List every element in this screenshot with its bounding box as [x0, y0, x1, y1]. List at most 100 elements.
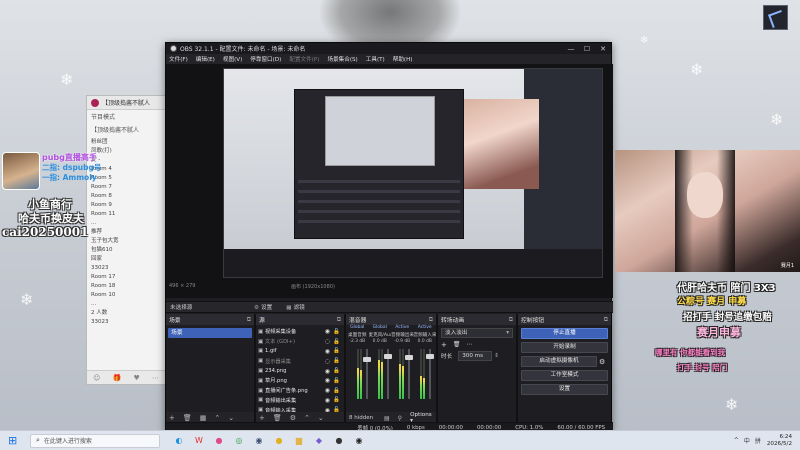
mixer-tab[interactable]: Global: [346, 325, 369, 332]
menu-item[interactable]: 场景集合(S): [327, 55, 357, 63]
chat-list-item[interactable]: 麦 -: [91, 156, 161, 165]
source-item[interactable]: ▣ 视频采集设备 ◉ 🔓: [258, 327, 342, 337]
chat-list-item[interactable]: 凤歌(打): [91, 147, 161, 156]
properties-button[interactable]: ⚙ 设置: [254, 303, 272, 311]
lock-icon[interactable]: 🔓: [333, 388, 340, 394]
steam-icon[interactable]: ◉: [250, 434, 268, 448]
hidden-count[interactable]: 8 hidden: [349, 415, 384, 421]
mixer-tab[interactable]: Active: [414, 325, 437, 332]
menu-item[interactable]: 视图(V): [223, 55, 242, 63]
menu-item[interactable]: 配置文件(P): [289, 55, 319, 63]
game-icon[interactable]: ◆: [310, 434, 328, 448]
chat-list-item[interactable]: 粉丝团: [91, 138, 161, 147]
menu-item[interactable]: 文件(F): [169, 55, 188, 63]
chat-list-item[interactable]: Room 4: [91, 165, 161, 174]
chat-list-item[interactable]: Room 18: [91, 282, 161, 291]
eye-icon[interactable]: ◉: [325, 397, 330, 404]
control-button[interactable]: 设置: [521, 384, 608, 395]
menu-item[interactable]: 帮助(H): [393, 55, 413, 63]
add-icon[interactable]: +: [169, 414, 175, 422]
windows-start-icon[interactable]: ⊞: [8, 434, 24, 447]
chat-list-item[interactable]: Room 5: [91, 174, 161, 183]
close-icon[interactable]: ✕: [595, 45, 611, 53]
emoji-icon[interactable]: ☺: [93, 374, 100, 382]
source-item[interactable]: ▣ 草月.png ◉ 🔓: [258, 376, 342, 386]
trash-icon[interactable]: 🗑: [453, 341, 461, 349]
chat-list-item[interactable]: 33023: [91, 318, 161, 327]
more-icon[interactable]: ⋯: [152, 374, 159, 382]
lock-icon[interactable]: 🔓: [333, 368, 340, 374]
preview-canvas[interactable]: [223, 68, 603, 278]
tray-item[interactable]: 中: [744, 436, 750, 445]
scene-item[interactable]: 场景: [168, 328, 252, 338]
lock-icon[interactable]: 🔓: [333, 378, 340, 384]
link-icon[interactable]: ⚲: [398, 415, 402, 422]
lock-icon[interactable]: 🔓: [333, 329, 340, 335]
tray-item[interactable]: 拼: [755, 436, 761, 445]
heart-icon[interactable]: ♥: [133, 374, 139, 382]
chat-list-item[interactable]: ...: [91, 219, 161, 228]
minimize-icon[interactable]: —: [563, 45, 579, 53]
maximize-icon[interactable]: ☐: [579, 45, 595, 53]
volume-fader-knob[interactable]: [426, 354, 434, 359]
chat-list-item[interactable]: 包猫610: [91, 246, 161, 255]
dock-float-icon[interactable]: ⧉: [429, 316, 433, 324]
source-item[interactable]: ▣ 音频输出采集 ◉ 🔓: [258, 396, 342, 406]
add-icon[interactable]: +: [259, 414, 265, 422]
chat-list-item[interactable]: ...: [91, 300, 161, 309]
dock-float-icon[interactable]: ⧉: [509, 316, 513, 324]
lock-icon[interactable]: 🔓: [333, 358, 340, 364]
chat-list-item[interactable]: 2 人数: [91, 309, 161, 318]
duration-input[interactable]: 300 ms: [458, 351, 493, 361]
arrow-up-icon[interactable]: ⌃: [304, 414, 310, 422]
obs-icon[interactable]: ◉: [350, 434, 368, 448]
dock-float-icon[interactable]: ⧉: [247, 316, 251, 324]
spinner-icon[interactable]: ⇕: [494, 353, 499, 359]
trash-icon[interactable]: 🗑: [183, 414, 192, 422]
transition-select[interactable]: 淡入淡出 ▾: [441, 328, 513, 338]
source-item[interactable]: ▣ 直播间广告条.png ◉ 🔓: [258, 386, 342, 396]
dock-float-icon[interactable]: ⧉: [337, 316, 341, 324]
app-w-icon[interactable]: W: [190, 434, 208, 448]
obs-titlebar[interactable]: OBS 32.1.1 - 配置文件: 未命名 - 场景: 未命名 — ☐ ✕: [166, 43, 611, 54]
layout-icon[interactable]: ▤: [384, 415, 390, 422]
app-pink-icon[interactable]: ●: [210, 434, 228, 448]
desktop-app-icon[interactable]: [763, 5, 788, 30]
folder-icon[interactable]: ▆: [290, 434, 308, 448]
arrow-down-icon[interactable]: ⌄: [318, 414, 324, 422]
chat-list-item[interactable]: Room 10: [91, 291, 161, 300]
gift-icon[interactable]: 🎁: [113, 374, 122, 382]
tray-item[interactable]: ^: [734, 437, 739, 444]
app-yellow-icon[interactable]: ●: [270, 434, 288, 448]
source-item[interactable]: ▣ 显示器采集 ◌ 🔓: [258, 356, 342, 366]
gear-icon[interactable]: ⚙: [290, 414, 296, 422]
lock-icon[interactable]: 🔓: [333, 339, 340, 345]
eye-icon[interactable]: ◉: [325, 377, 330, 384]
lock-icon[interactable]: 🔓: [333, 397, 340, 403]
taskbar-clock[interactable]: 6:24 2026/5/2: [767, 434, 792, 448]
more-icon[interactable]: ⋯: [467, 341, 473, 349]
dock-float-icon[interactable]: ⧉: [604, 316, 608, 324]
edge-icon[interactable]: ◐: [170, 434, 188, 448]
app-cat-icon[interactable]: ●: [330, 434, 348, 448]
chrome-icon[interactable]: ◎: [230, 434, 248, 448]
chat-list-item[interactable]: 推荐: [91, 228, 161, 237]
taskbar-search[interactable]: ⌕ 在此键入进行搜索: [30, 433, 160, 448]
eye-icon[interactable]: ◉: [325, 328, 330, 335]
preview-area[interactable]: 496 × 279 画布 (1920x1080): [166, 64, 613, 298]
source-item[interactable]: ▣ 文本 (GDI+) ◌ 🔓: [258, 337, 342, 347]
add-icon[interactable]: +: [441, 341, 447, 349]
source-item[interactable]: ▣ 234.png ◉ 🔓: [258, 366, 342, 376]
control-button[interactable]: 启动虚拟摄像机: [521, 356, 597, 367]
chat-list-item[interactable]: Room 7: [91, 183, 161, 192]
control-button[interactable]: 停止直播: [521, 328, 608, 339]
filter-icon[interactable]: ▦: [200, 414, 207, 422]
menu-item[interactable]: 编辑(E): [196, 55, 215, 63]
control-button[interactable]: 开始录制: [521, 342, 608, 353]
gear-icon[interactable]: ⚙: [599, 358, 611, 366]
eye-off-icon[interactable]: ◌: [325, 338, 330, 345]
eye-off-icon[interactable]: ◌: [325, 358, 330, 365]
control-button[interactable]: 工作室模式: [521, 370, 608, 381]
mixer-tab[interactable]: Active: [391, 325, 414, 332]
source-item[interactable]: ▣ 1.gif ◉ 🔓: [258, 347, 342, 357]
